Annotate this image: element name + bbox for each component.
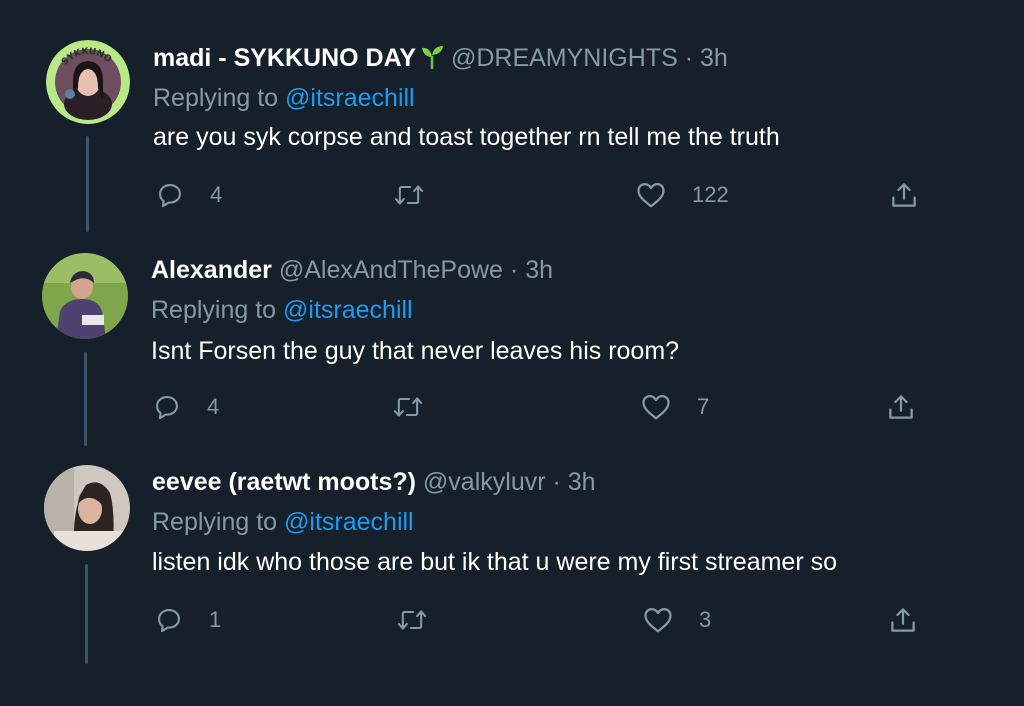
handle[interactable]: @DREAMYNIGHTS (451, 44, 678, 72)
timestamp[interactable]: 3h (568, 468, 596, 496)
avatar[interactable]: SYKKUNO (46, 40, 130, 124)
reply-button[interactable]: 4 (156, 178, 222, 212)
replying-to: Replying to @itsraechill (151, 295, 413, 325)
display-name[interactable]: Alexander (151, 256, 272, 284)
tweet-text: listen idk who those are but ik that u w… (152, 548, 837, 576)
reply-icon (155, 606, 183, 634)
like-count: 122 (692, 182, 729, 207)
reply-count: 1 (209, 607, 222, 632)
thread-line (86, 136, 89, 232)
display-name[interactable]: madi - SYKKUNO DAY (153, 44, 416, 72)
retweet-icon (393, 181, 425, 209)
replying-prefix: Replying to (151, 296, 284, 324)
heart-icon (643, 606, 673, 634)
share-button[interactable] (886, 390, 916, 424)
like-button[interactable]: 122 (636, 178, 729, 212)
handle[interactable]: @valkyluvr (423, 468, 546, 496)
share-icon (889, 180, 919, 210)
display-name[interactable]: eevee (raetwt moots?) (152, 468, 416, 496)
timestamp[interactable]: 3h (700, 44, 728, 72)
mention-link[interactable]: @itsraechill (283, 296, 413, 324)
seedling-icon (420, 44, 444, 77)
replying-prefix: Replying to (152, 508, 285, 536)
tweet-2[interactable]: Alexander @AlexAndThePowe · 3h Replying … (0, 240, 1024, 452)
tweet-text: Isnt Forsen the guy that never leaves hi… (151, 337, 680, 365)
retweet-icon (392, 393, 424, 421)
reply-count: 4 (207, 394, 220, 419)
tweet-header: Alexander @AlexAndThePowe · 3h (151, 255, 553, 285)
replying-to: Replying to @itsraechill (152, 507, 414, 537)
mention-link[interactable]: @itsraechill (285, 84, 415, 112)
reply-icon (153, 393, 181, 421)
like-button[interactable]: 7 (641, 390, 709, 424)
avatar[interactable] (42, 253, 128, 339)
share-button[interactable] (888, 603, 918, 637)
separator-dot: · (509, 256, 519, 284)
tweet-text: are you syk corpse and toast together rn… (153, 123, 780, 151)
handle[interactable]: @AlexAndThePowe (279, 256, 503, 284)
tweet-3[interactable]: eevee (raetwt moots?) @valkyluvr · 3h Re… (0, 452, 1024, 706)
separator-dot: · (684, 44, 694, 72)
retweet-icon (396, 606, 428, 634)
reply-button[interactable]: 1 (155, 603, 221, 637)
like-button[interactable]: 3 (643, 603, 711, 637)
separator-dot: · (552, 468, 561, 496)
share-icon (886, 392, 916, 422)
share-button[interactable] (889, 178, 919, 212)
thread-line (84, 352, 87, 446)
replying-to: Replying to @itsraechill (153, 83, 415, 113)
tweet-header: madi - SYKKUNO DAY @DREAMYNIGHTS · 3h (153, 43, 728, 77)
heart-icon (641, 393, 671, 421)
retweet-button[interactable] (392, 390, 450, 424)
mention-link[interactable]: @itsraechill (284, 508, 414, 536)
avatar[interactable] (44, 465, 130, 551)
timestamp[interactable]: 3h (525, 256, 553, 284)
like-count: 7 (697, 394, 710, 419)
reply-icon (156, 181, 184, 209)
reply-count: 4 (210, 182, 223, 207)
heart-icon (636, 181, 666, 209)
retweet-button[interactable] (396, 603, 454, 637)
replying-prefix: Replying to (153, 84, 286, 112)
tweet-1[interactable]: SYKKUNO madi - SYKKUNO DAY @DREAMYNIGHTS… (0, 0, 1024, 240)
thread-line (85, 564, 88, 664)
reply-button[interactable]: 4 (153, 390, 219, 424)
retweet-button[interactable] (393, 178, 451, 212)
tweet-header: eevee (raetwt moots?) @valkyluvr · 3h (152, 467, 596, 497)
like-count: 3 (699, 607, 712, 632)
share-icon (888, 605, 918, 635)
